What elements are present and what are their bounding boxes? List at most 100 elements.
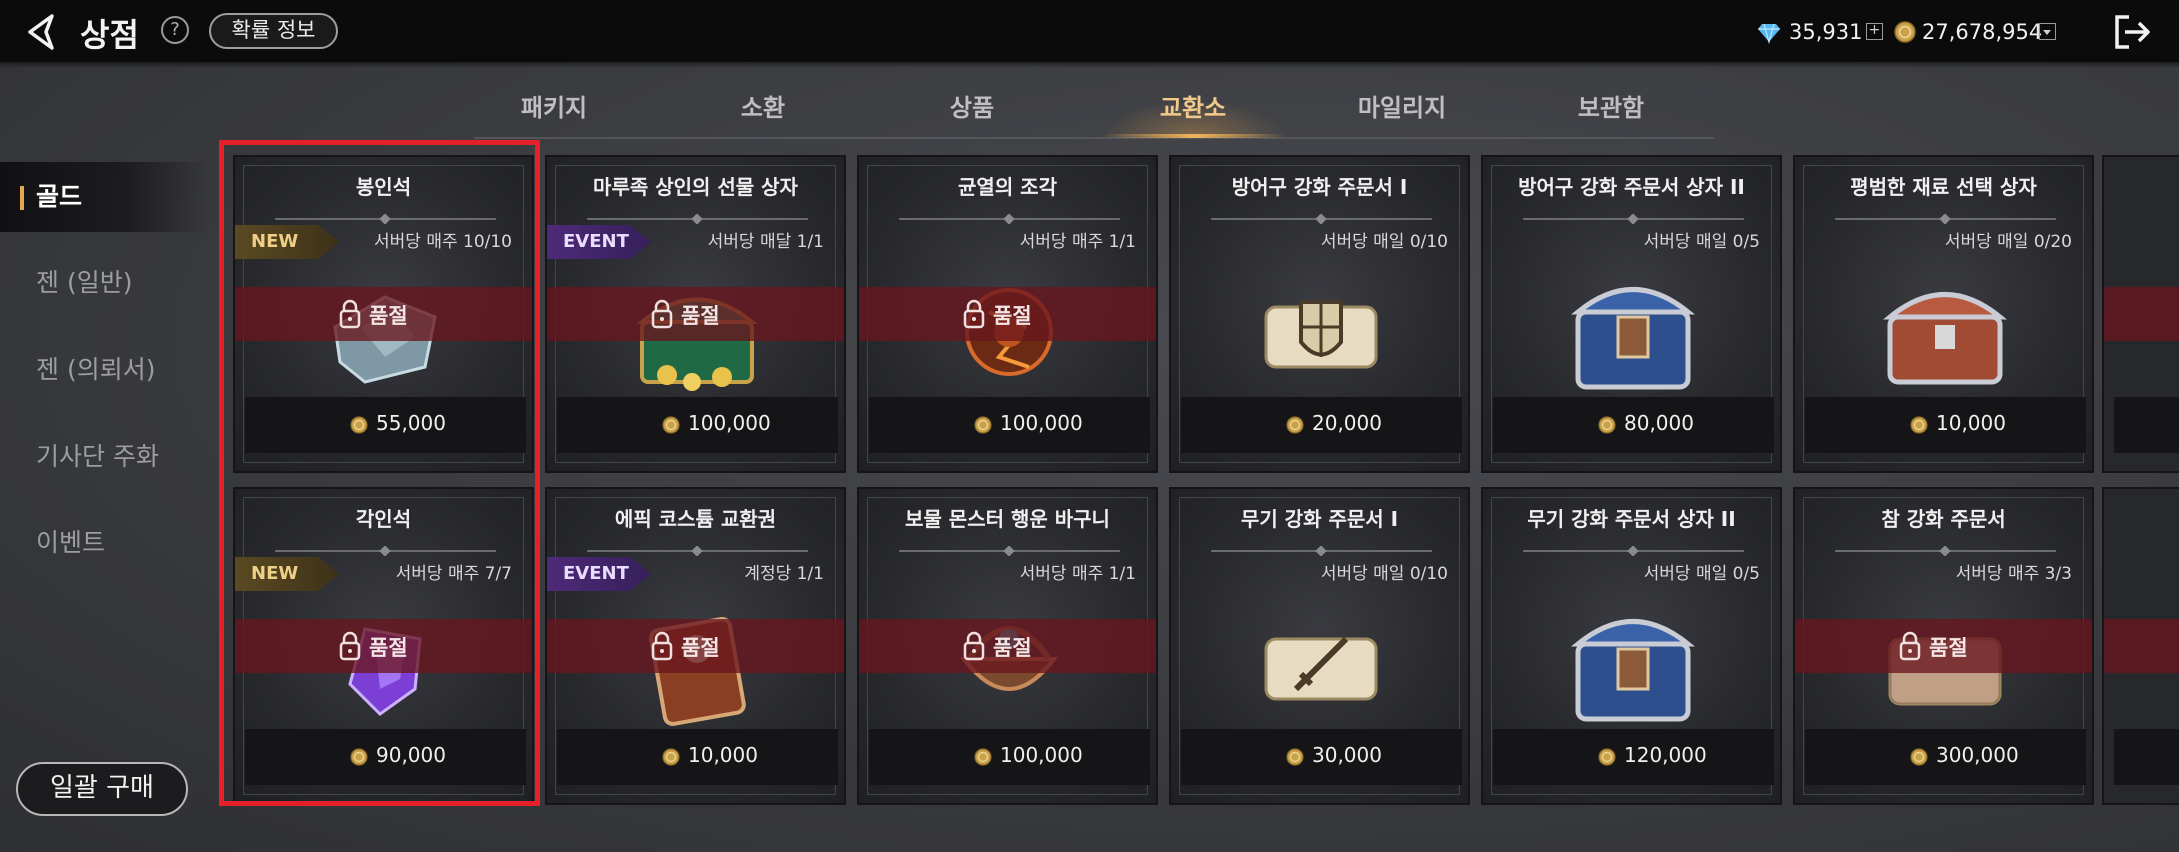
item-card[interactable]: 마루족 상인의 선물 상자 EVENT 서버당 매달 1/1 품절 100,000 [545,155,846,473]
gold-coin-icon [1286,748,1304,766]
item-name: 무기 강화 주문서 상자 II [1527,507,1736,531]
exit-button[interactable] [2113,14,2153,50]
event-badge: EVENT [547,225,651,259]
sidebar-item-zen-normal[interactable]: 젠 (일반) [0,248,210,318]
sidebar-item-knight-coin[interactable]: 기사단 주화 [0,422,210,492]
tab-exchange[interactable]: 교환소 [1113,82,1273,138]
ornament-divider [587,214,808,224]
category-tabs: 패키지 소환 상품 교환소 마일리지 보관함 [474,82,1714,138]
price-bar: 55,000 [245,397,526,453]
soldout-label: 품절 [993,304,1032,328]
sidebar-item-zen-request[interactable]: 젠 (의뢰서) [0,335,210,405]
item-name: 참 강화 주문서 [1881,507,2006,531]
item-name: 방어구 강화 주문서 I [1231,175,1408,199]
back-button[interactable] [22,12,62,52]
item-price: 90,000 [376,743,446,767]
tabs-divider [474,137,1714,139]
partial-item-card[interactable] [2102,155,2179,473]
purchase-limit: 서버당 매일 0/20 [1944,232,2072,252]
bulk-buy-button[interactable]: 일괄 구매 [16,762,188,816]
item-price: 100,000 [1000,743,1083,767]
item-card[interactable]: 봉인석 NEW 서버당 매주 10/10 품절 55,000 [233,155,534,473]
soldout-strip: 품절 [235,619,532,673]
item-name: 방어구 강화 주문서 상자 II [1518,175,1745,199]
ornament-divider [1835,546,2056,556]
armor-scroll-box-icon [1570,287,1696,390]
item-card[interactable]: 참 강화 주문서 서버당 매주 3/3 품절 300,000 [1793,487,2094,805]
ornament-divider [275,214,496,224]
item-card[interactable]: 방어구 강화 주문서 상자 II 서버당 매일 0/5 80,000 [1481,155,1782,473]
chevron-down-icon [2043,30,2051,35]
item-card[interactable]: 무기 강화 주문서 상자 II 서버당 매일 0/5 120,000 [1481,487,1782,805]
lock-icon [1899,631,1921,661]
gold-coin-icon [1598,416,1616,434]
new-badge: NEW [235,225,339,259]
purchase-limit: 서버당 매일 0/5 [1643,564,1760,584]
lock-icon [963,299,985,329]
event-badge: EVENT [547,557,651,591]
new-badge: NEW [235,557,339,591]
item-name: 에픽 코스튬 교환권 [614,507,777,531]
price-bar: 30,000 [1181,729,1462,785]
gold-coin-icon [350,748,368,766]
item-card[interactable]: 무기 강화 주문서 I 서버당 매일 0/10 30,000 [1169,487,1470,805]
item-price: 300,000 [1936,743,2019,767]
armor-scroll-icon [1264,300,1378,369]
purchase-limit: 서버당 매주 1/1 [1019,564,1136,584]
lock-icon [339,631,361,661]
item-card[interactable]: 에픽 코스튬 교환권 EVENT 계정당 1/1 품절 10,000 [545,487,846,805]
ornament-divider [1211,546,1432,556]
gold-amount: 27,678,954 [1922,20,2043,44]
price-bar: 100,000 [869,729,1150,785]
gold-coin-icon [974,748,992,766]
soldout-label: 품절 [681,636,720,660]
soldout-strip: 품절 [547,619,844,673]
lock-icon [651,299,673,329]
soldout-strip [2104,619,2179,673]
gold-dropdown-button[interactable] [2039,23,2056,40]
item-card[interactable]: 보물 몬스터 행운 바구니 서버당 매주 1/1 품절 100,000 [857,487,1158,805]
price-bar: 10,000 [1805,397,2086,453]
item-name: 각인석 [355,507,412,531]
active-marker [20,186,24,210]
item-price: 80,000 [1624,411,1694,435]
tab-summon[interactable]: 소환 [683,82,843,138]
sidebar-item-label: 기사단 주화 [36,442,159,471]
item-name: 무기 강화 주문서 I [1240,507,1399,531]
weapon-scroll-icon [1264,636,1378,701]
item-card[interactable]: 평범한 재료 선택 상자 서버당 매일 0/20 10,000 [1793,155,2094,473]
price-bar [2114,397,2179,453]
tab-package[interactable]: 패키지 [474,82,634,138]
item-name: 보물 몬스터 행운 바구니 [905,507,1110,531]
item-card[interactable]: 방어구 강화 주문서 I 서버당 매일 0/10 20,000 [1169,155,1470,473]
tab-goods[interactable]: 상품 [892,82,1052,138]
lock-icon [963,631,985,661]
price-bar: 100,000 [869,397,1150,453]
item-card[interactable]: 균열의 조각 서버당 매주 1/1 품절 100,000 [857,155,1158,473]
price-bar: 20,000 [1181,397,1462,453]
add-diamond-button[interactable]: + [1866,23,1883,40]
help-button[interactable]: ? [161,16,189,44]
item-price: 30,000 [1312,743,1382,767]
price-bar [2114,729,2179,785]
probability-info-button[interactable]: 확률 정보 [209,13,338,49]
item-price: 55,000 [376,411,446,435]
lock-icon [339,299,361,329]
tab-storage[interactable]: 보관함 [1531,82,1691,138]
sidebar-item-gold[interactable]: 골드 [0,162,210,232]
soldout-strip: 품절 [1795,619,2092,673]
purchase-limit: 서버당 매달 1/1 [707,232,824,252]
price-bar: 120,000 [1493,729,1774,785]
purchase-limit: 서버당 매일 0/10 [1320,232,1448,252]
item-price: 120,000 [1624,743,1707,767]
partial-item-card[interactable] [2102,487,2179,805]
ornament-divider [1523,546,1744,556]
diamond-amount: 35,931 [1789,20,1863,44]
gold-coin-icon [1598,748,1616,766]
tab-mileage[interactable]: 마일리지 [1322,82,1482,138]
gold-coin-icon [1910,748,1928,766]
gold-coin-icon [1286,416,1304,434]
item-card[interactable]: 각인석 NEW 서버당 매주 7/7 품절 90,000 [233,487,534,805]
sidebar-item-event[interactable]: 이벤트 [0,508,210,578]
purchase-limit: 서버당 매주 10/10 [374,232,512,252]
